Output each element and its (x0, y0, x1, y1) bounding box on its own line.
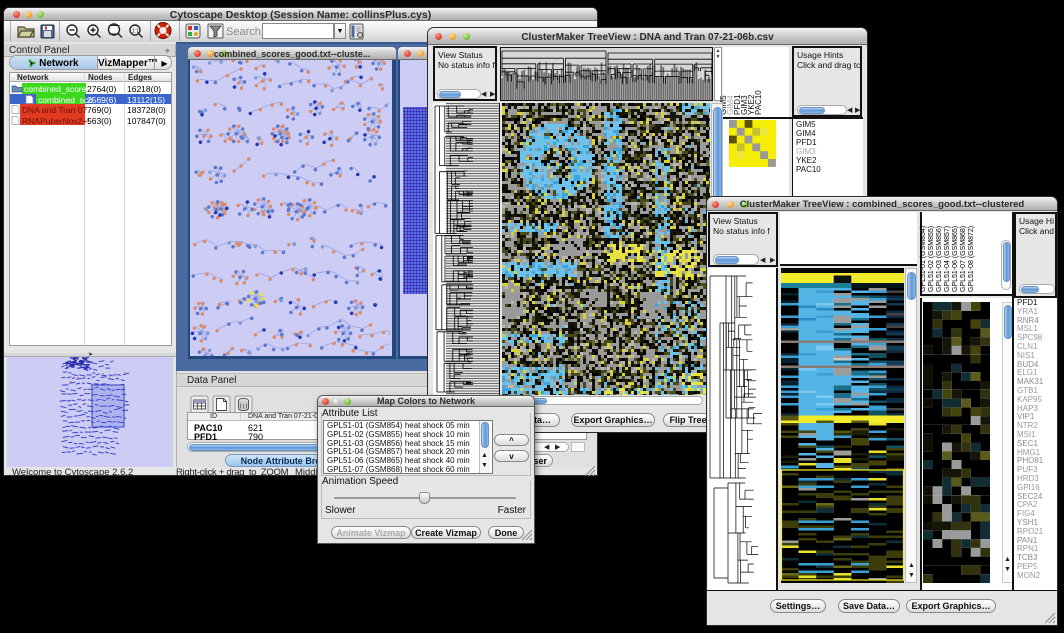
svg-text:1:1: 1:1 (132, 29, 139, 35)
